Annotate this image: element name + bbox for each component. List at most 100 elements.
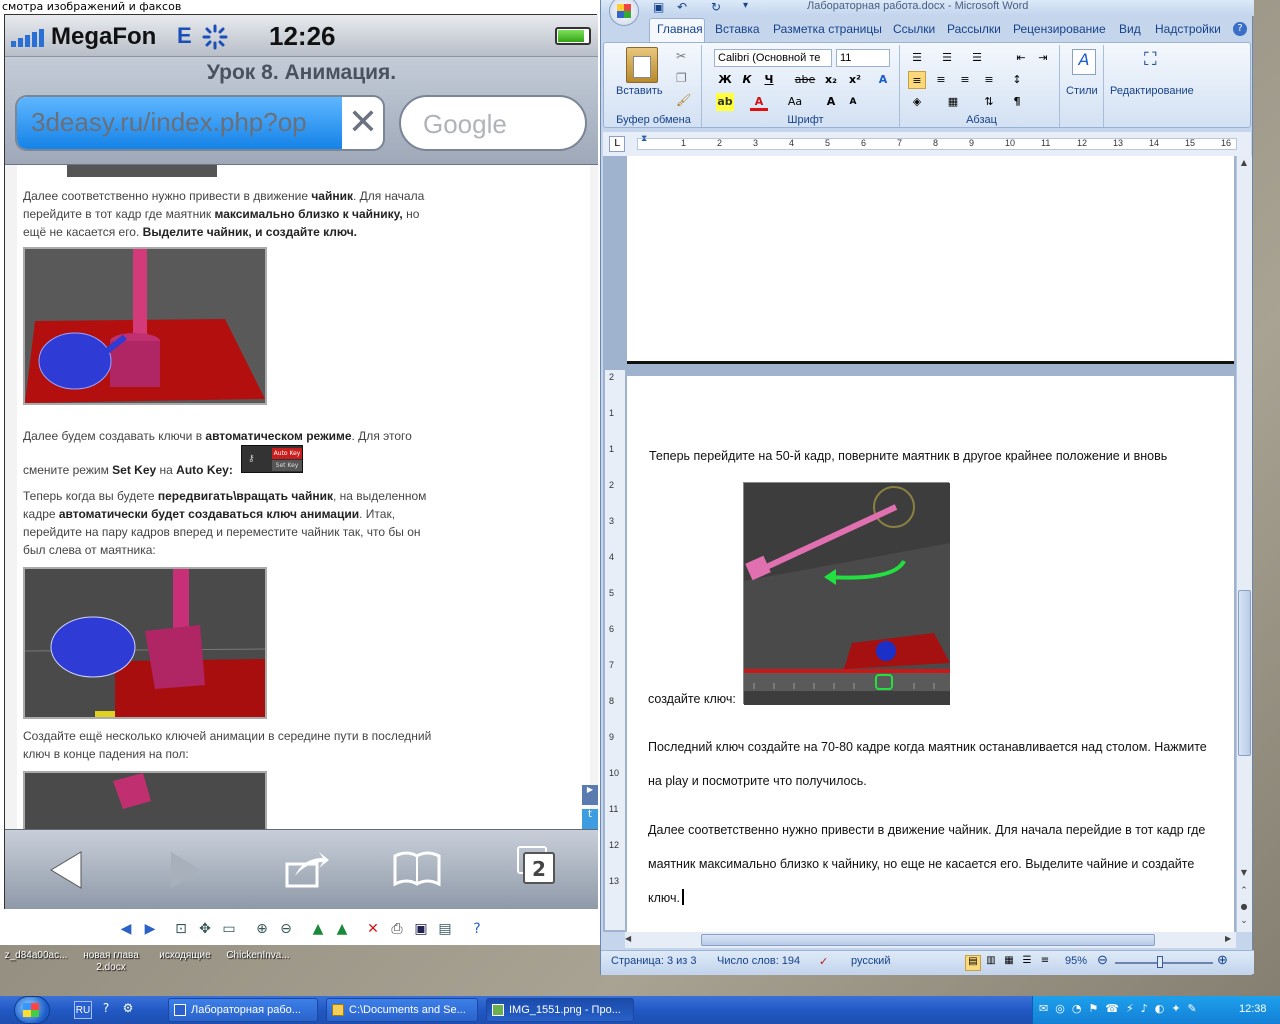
task-word[interactable]: Лабораторная рабо... (168, 998, 318, 1022)
delete-icon[interactable]: ✕ (364, 920, 382, 938)
zoom-in-icon[interactable]: ⊕ (1217, 952, 1228, 968)
share-icon[interactable] (275, 840, 335, 900)
proofing-icon[interactable]: ✓ (819, 955, 828, 968)
print-layout-icon[interactable]: ▤ (965, 955, 981, 971)
hscroll-thumb[interactable] (701, 934, 1155, 946)
format-painter-icon[interactable]: 🖌 (676, 93, 691, 107)
youtube-icon[interactable]: ▶ (582, 785, 598, 805)
cut-icon[interactable]: ✂ (676, 49, 686, 63)
scroll-up-icon[interactable]: ▲ (1238, 158, 1250, 170)
paste-icon[interactable] (626, 47, 658, 83)
highlight-icon[interactable]: ab (716, 93, 734, 111)
strikethrough-button[interactable]: abe (792, 71, 818, 89)
tab-page-layout[interactable]: Разметка страницы (773, 22, 882, 36)
scroll-down-icon[interactable]: ▼ (1238, 868, 1250, 880)
tab-references[interactable]: Ссылки (893, 22, 935, 36)
copy-icon[interactable]: ❐ (676, 71, 687, 85)
help-icon[interactable]: ? (98, 1001, 114, 1019)
desktop-icon-label[interactable]: ChickenInva... (222, 950, 294, 962)
qat-dropdown-icon[interactable]: ▾ (743, 0, 748, 11)
pendulum-image[interactable] (743, 482, 950, 705)
desktop-icon-label[interactable]: исходящие (152, 950, 218, 962)
superscript-button[interactable]: x² (846, 71, 864, 89)
task-explorer[interactable]: C:\Documents and Se... (326, 998, 478, 1022)
page-count[interactable]: Страница: 3 из 3 (611, 955, 697, 967)
page-2[interactable]: Теперь перейдите на 50-й кадр, поверните… (627, 376, 1234, 932)
zoom-out-icon[interactable]: ⊖ (277, 920, 295, 938)
full-screen-icon[interactable]: ▥ (983, 955, 999, 971)
save-icon[interactable]: ▣ (412, 920, 430, 938)
bullets-icon[interactable]: ☰ (908, 49, 926, 67)
forward-icon[interactable] (155, 840, 215, 900)
slideshow-icon[interactable]: ▭ (220, 920, 238, 938)
tray-icons[interactable]: ✉◎◔⚑☎⚡♪◐✦✎ (1039, 1002, 1229, 1018)
actual-size-icon[interactable]: ✥ (196, 920, 214, 938)
word-count[interactable]: Число слов: 194 (717, 955, 800, 967)
sort-icon[interactable]: ⇅ (980, 93, 998, 111)
tab-addins[interactable]: Надстройки (1155, 22, 1221, 36)
redo-icon[interactable]: ↻ (711, 0, 721, 14)
styles-button[interactable]: Стили (1066, 85, 1098, 97)
prev-page-icon[interactable]: ⌃ (1238, 886, 1250, 898)
next-page-icon[interactable]: ⌄ (1238, 916, 1250, 928)
editing-button[interactable]: Редактирование (1110, 85, 1194, 97)
desktop-icon-label[interactable]: новая глава 2.docx (76, 950, 146, 974)
task-image-viewer[interactable]: IMG_1551.png - Про... (486, 998, 634, 1022)
language-indicator[interactable]: RU (74, 1001, 92, 1019)
browse-object-icon[interactable]: ● (1238, 902, 1250, 914)
shrink-font-icon[interactable]: A (844, 93, 862, 111)
save-icon[interactable]: ▣ (653, 0, 664, 14)
numbering-icon[interactable]: ☰ (938, 49, 956, 67)
scroll-left-icon[interactable]: ◀ (625, 934, 631, 943)
decrease-indent-icon[interactable]: ⇤ (1012, 49, 1030, 67)
tabs-button[interactable]: 2 (505, 840, 565, 900)
styles-icon[interactable]: A (1072, 49, 1096, 75)
vertical-scrollbar[interactable]: ▲ ▼ ⌃ ● ⌄ (1236, 156, 1252, 932)
back-icon[interactable] (37, 840, 97, 900)
paste-button[interactable]: Вставить (616, 85, 663, 97)
language[interactable]: русский (851, 955, 890, 967)
grow-font-icon[interactable]: A (822, 93, 840, 111)
draft-icon[interactable]: ≡ (1037, 955, 1053, 971)
web-layout-icon[interactable]: ▦ (1001, 955, 1017, 971)
rotate-ccw-icon[interactable]: ▲ (333, 920, 351, 938)
clear-format-icon[interactable]: A (874, 71, 892, 89)
zoom-in-icon[interactable]: ⊕ (253, 920, 271, 938)
help-icon[interactable]: ? (1233, 22, 1247, 36)
align-right-icon[interactable]: ≡ (956, 71, 974, 89)
italic-button[interactable]: К (738, 71, 756, 89)
print-icon[interactable]: ⎙ (388, 920, 406, 938)
shading-icon[interactable]: ◈ (908, 93, 926, 111)
binoculars-icon[interactable]: ⛶ (1144, 49, 1157, 70)
tab-home[interactable]: Главная (657, 22, 703, 36)
font-size-select[interactable]: 11 (836, 49, 890, 67)
align-center-icon[interactable]: ≡ (932, 71, 950, 89)
next-image-icon[interactable]: ▶ (141, 920, 159, 938)
undo-icon[interactable]: ↶ (677, 0, 687, 14)
best-fit-icon[interactable]: ⊡ (172, 920, 190, 938)
zoom-level[interactable]: 95% (1065, 955, 1087, 967)
edit-icon[interactable]: ▤ (436, 920, 454, 938)
help-icon[interactable]: ? (468, 920, 486, 938)
indent-marker-icon[interactable]: ⧗ (641, 134, 647, 144)
rotate-cw-icon[interactable]: ▲ (309, 920, 327, 938)
multilevel-list-icon[interactable]: ☰ (968, 49, 986, 67)
subscript-button[interactable]: x₂ (822, 71, 840, 89)
align-left-icon[interactable]: ≡ (908, 71, 926, 89)
justify-icon[interactable]: ≡ (980, 71, 998, 89)
font-name-select[interactable]: Calibri (Основной те (714, 49, 832, 67)
increase-indent-icon[interactable]: ⇥ (1034, 49, 1052, 67)
twitter-icon[interactable]: t (582, 809, 598, 829)
settings-icon[interactable]: ⚙ (120, 1001, 136, 1019)
underline-button[interactable]: Ч (760, 71, 778, 89)
outline-icon[interactable]: ☰ (1019, 955, 1035, 971)
bookmarks-icon[interactable] (387, 840, 447, 900)
change-case-button[interactable]: Aa (782, 93, 808, 111)
tab-mailings[interactable]: Рассылки (947, 22, 1001, 36)
zoom-slider-thumb[interactable] (1157, 956, 1163, 968)
tab-review[interactable]: Рецензирование (1013, 22, 1106, 36)
bold-button[interactable]: Ж (716, 71, 734, 89)
borders-icon[interactable]: ▦ (944, 93, 962, 111)
scroll-right-icon[interactable]: ▶ (1225, 934, 1231, 943)
zoom-out-icon[interactable]: ⊖ (1097, 952, 1108, 968)
